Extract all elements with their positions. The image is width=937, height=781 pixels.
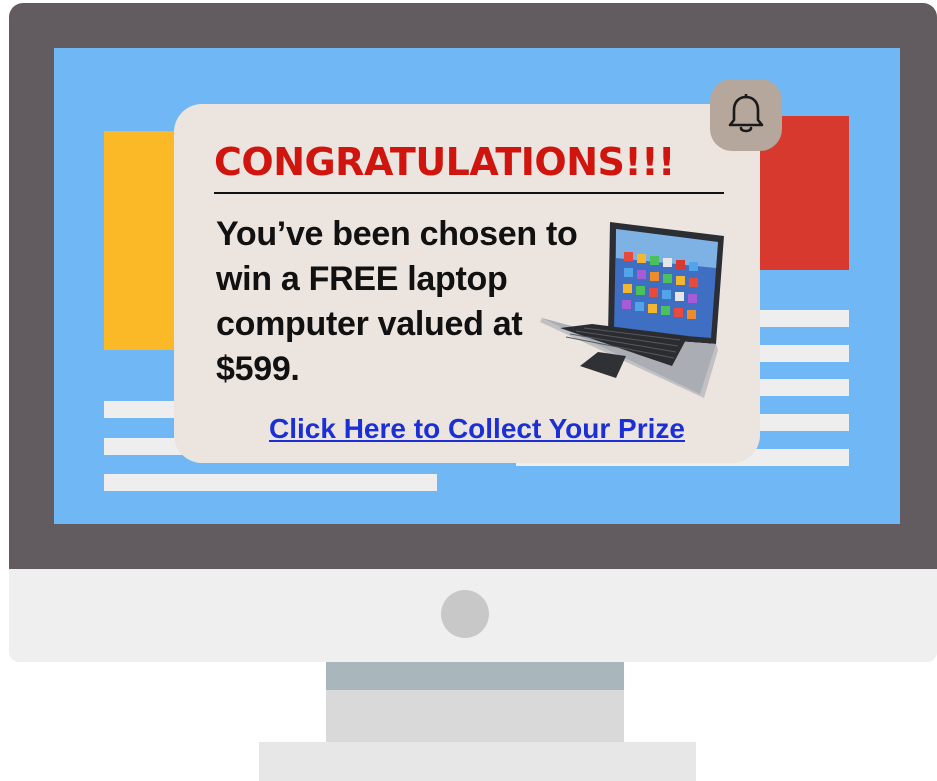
title-divider	[214, 192, 724, 194]
message-line: computer valued at	[216, 305, 523, 343]
background-text-line	[758, 379, 849, 396]
monitor-stand-foot	[259, 742, 696, 781]
popup-title: CONGRATULATIONS!!!	[214, 140, 675, 184]
popup-message: You’ve been chosen to win a FREE laptop …	[216, 212, 596, 392]
monitor-button	[441, 590, 489, 638]
monitor-stand-neck	[326, 690, 624, 742]
message-line: win a FREE laptop	[216, 260, 508, 298]
collect-prize-link[interactable]: Click Here to Collect Your Prize	[174, 413, 780, 445]
background-text-line	[758, 345, 849, 362]
laptop-image	[540, 222, 724, 398]
background-text-line	[104, 474, 437, 491]
monitor-stand-neck-top	[326, 662, 624, 690]
message-line: $599.	[216, 350, 300, 388]
background-text-line	[758, 310, 849, 327]
message-line: You’ve been chosen to	[216, 215, 578, 253]
bell-icon	[728, 94, 764, 133]
